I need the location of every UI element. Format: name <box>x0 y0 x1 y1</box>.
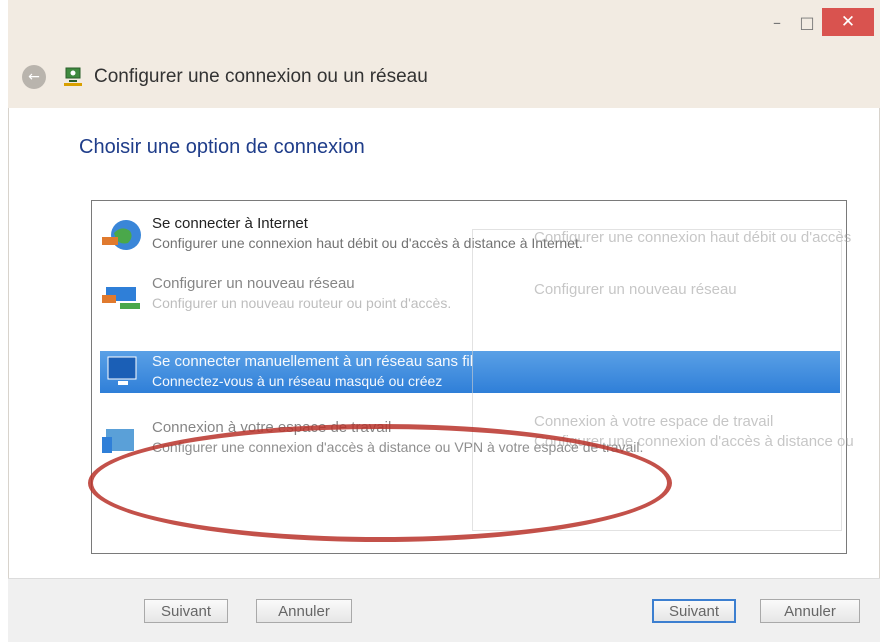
globe-icon <box>100 215 146 255</box>
navigation-bar: ← Configurer une connexion ou un réseau <box>22 64 428 90</box>
back-arrow-icon[interactable]: ← <box>22 65 46 89</box>
title-bar: – □ ✕ ← Configurer une connexion ou un r… <box>8 0 880 108</box>
window-controls: – □ ✕ <box>762 8 874 36</box>
dialog-window: – □ ✕ ← Configurer une connexion ou un r… <box>8 0 880 642</box>
page-heading: Choisir une option de connexion <box>79 136 365 158</box>
close-button[interactable]: ✕ <box>822 8 874 36</box>
ghost-next-button: Suivant <box>144 599 228 623</box>
dialog-content: Choisir une option de connexion Se conne… <box>16 108 880 578</box>
option-description: Configurer un nouveau routeur ou point d… <box>152 295 452 311</box>
wireless-monitor-icon <box>100 353 146 393</box>
network-setup-icon <box>62 66 84 88</box>
window-title: Configurer une connexion ou un réseau <box>94 66 428 87</box>
option-title: Se connecter manuellement à un réseau sa… <box>152 353 474 370</box>
minimize-button[interactable]: – <box>762 8 792 36</box>
next-button[interactable]: Suivant <box>652 599 736 623</box>
option-description: Connectez-vous à un réseau masqué ou cré… <box>152 373 443 389</box>
option-title: Configurer un nouveau réseau <box>152 275 355 292</box>
footer-bar: Suivant Annuler Suivant Annuler <box>8 578 880 642</box>
option-title: Se connecter à Internet <box>152 215 308 232</box>
router-icon <box>100 275 146 315</box>
maximize-button[interactable]: □ <box>792 8 822 36</box>
ghost-cancel-button: Annuler <box>256 599 352 623</box>
highlight-annotation <box>88 424 672 542</box>
cancel-button[interactable]: Annuler <box>760 599 860 623</box>
